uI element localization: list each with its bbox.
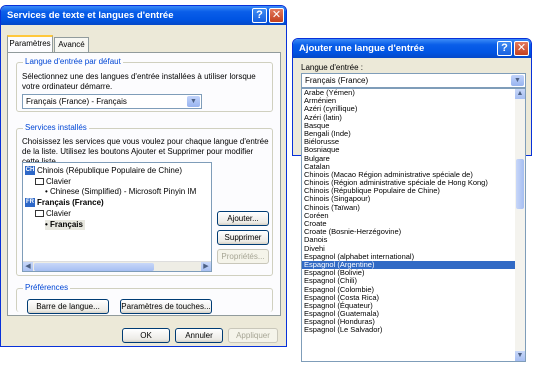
tree-item-label: Français: [50, 220, 83, 229]
default-language-group-label: Langue d'entrée par défaut: [23, 57, 123, 66]
language-flag-icon: FR: [25, 198, 35, 208]
scroll-left-icon[interactable]: ◀: [23, 262, 33, 271]
remove-button[interactable]: Supprimer: [217, 230, 269, 245]
dropdown-vertical-scrollbar[interactable]: ▲ ▼: [515, 89, 525, 361]
tree-item-label: Chinois (République Populaire de Chine): [37, 166, 182, 175]
scroll-right-icon[interactable]: ▶: [201, 262, 211, 271]
close-icon[interactable]: ✕: [269, 8, 284, 23]
dropdown-option[interactable]: Bosniaque: [302, 146, 516, 154]
tree-item-french[interactable]: FR Français (France): [25, 198, 104, 208]
tab-panel: Langue d'entrée par défaut Sélectionnez …: [7, 52, 281, 316]
chevron-down-icon[interactable]: ▼: [511, 75, 524, 86]
tree-item-label: Clavier: [46, 177, 71, 186]
dialog-titlebar[interactable]: Ajouter une langue d'entrée ? ✕: [293, 39, 531, 58]
default-language-group: Langue d'entrée par défaut Sélectionnez …: [16, 57, 273, 112]
dialog-titlebar[interactable]: Services de texte et langues d'entrée ? …: [1, 6, 286, 25]
installed-services-tree[interactable]: CH Chinois (République Populaire de Chine…: [22, 162, 212, 272]
dropdown-option[interactable]: Danois: [302, 236, 516, 244]
input-language-combo[interactable]: Français (France) ▼: [301, 73, 526, 88]
tree-item-french-keyboard[interactable]: Clavier: [35, 209, 71, 219]
scroll-up-icon[interactable]: ▲: [515, 89, 525, 99]
keyboard-icon: [35, 210, 44, 218]
scroll-down-icon[interactable]: ▼: [515, 351, 525, 361]
text-services-dialog: Services de texte et langues d'entrée ? …: [0, 5, 287, 347]
language-flag-icon: CH: [25, 166, 35, 176]
chevron-down-icon[interactable]: ▼: [187, 96, 200, 107]
dropdown-option[interactable]: Azéri (latin): [302, 113, 516, 122]
dialog-title: Ajouter une langue d'entrée: [299, 43, 425, 54]
tree-item-french-service[interactable]: • Français: [45, 220, 85, 230]
apply-button[interactable]: Appliquer: [228, 328, 278, 343]
keyboard-icon: [35, 178, 44, 186]
installed-services-group: Services installés Choisissez les servic…: [16, 123, 273, 276]
ok-button[interactable]: OK: [122, 328, 170, 343]
scroll-thumb[interactable]: [516, 159, 524, 209]
dropdown-options: Arabe (Yémen) Arménien Azéri (cyrillique) A…: [302, 89, 516, 335]
scroll-thumb[interactable]: [34, 263, 154, 271]
default-language-desc: Sélectionnez une des langues d'entrée in…: [22, 72, 256, 91]
tree-item-chinese-keyboard[interactable]: Clavier: [35, 177, 71, 187]
tree-item-chinese[interactable]: CH Chinois (République Populaire de Chine…: [25, 166, 182, 176]
help-icon[interactable]: ?: [252, 8, 267, 23]
cancel-button[interactable]: Annuler: [175, 328, 223, 343]
default-language-value: Français (France) - Français: [26, 97, 127, 106]
dialog-title: Services de texte et langues d'entrée: [7, 10, 174, 21]
input-language-value: Français (France): [305, 76, 369, 85]
properties-button[interactable]: Propriétés...: [217, 249, 269, 264]
tree-item-label: Français (France): [37, 198, 104, 207]
installed-services-group-label: Services installés: [23, 123, 89, 132]
dropdown-option[interactable]: Coréen: [302, 211, 516, 220]
default-language-combo[interactable]: Français (France) - Français ▼: [22, 94, 202, 109]
dropdown-option[interactable]: Chinois (Taïwan): [302, 203, 516, 212]
language-bar-button[interactable]: Barre de langue...: [27, 299, 109, 314]
help-icon[interactable]: ?: [497, 41, 512, 56]
tree-horizontal-scrollbar[interactable]: ◀ ▶: [23, 261, 211, 271]
dropdown-option[interactable]: Bulgare: [302, 154, 516, 163]
preferences-group-label: Préférences: [23, 283, 71, 292]
tab-avance[interactable]: Avancé: [54, 37, 89, 52]
close-icon[interactable]: ✕: [514, 41, 529, 56]
tab-parametres[interactable]: Paramètres: [7, 35, 53, 52]
add-button[interactable]: Ajouter...: [217, 211, 269, 226]
key-settings-button[interactable]: Paramètres de touches...: [120, 299, 212, 314]
tree-item-label: Chinese (Simplified) - Microsoft Pinyin …: [50, 187, 197, 196]
dropdown-option[interactable]: Espagnol (Le Salvador): [302, 326, 516, 334]
tree-item-chinese-service[interactable]: • Chinese (Simplified) - Microsoft Pinyi…: [45, 187, 196, 197]
input-language-label: Langue d'entrée :: [301, 63, 364, 72]
input-language-dropdown-list[interactable]: Arabe (Yémen) Arménien Azéri (cyrillique) A…: [301, 88, 526, 362]
dropdown-option[interactable]: Croate (Bosnie-Herzégovine): [302, 227, 516, 236]
tree-item-label: Clavier: [46, 209, 71, 218]
